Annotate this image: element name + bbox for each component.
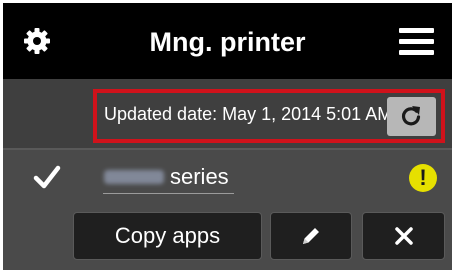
checkmark-icon[interactable] [33, 164, 61, 195]
edit-button[interactable] [270, 212, 352, 260]
copy-apps-label: Copy apps [114, 223, 221, 248]
printer-name-link[interactable]: series [104, 163, 229, 191]
header-bar: Mng. printer [3, 3, 452, 79]
refresh-icon [401, 106, 421, 126]
delete-button[interactable] [362, 212, 445, 260]
close-icon [394, 227, 413, 245]
refresh-button[interactable] [387, 97, 436, 136]
page-title: Mng. printer [149, 27, 306, 57]
model-name-redacted [104, 170, 164, 184]
app-frame: Mng. printer Updated date: May 1, 2014 5… [3, 3, 452, 270]
warning-icon[interactable]: ! [409, 164, 437, 192]
link-underline [103, 193, 234, 194]
pencil-icon [303, 228, 319, 244]
printer-series-label: series [170, 164, 229, 189]
hamburger-menu-icon[interactable] [399, 28, 434, 56]
updated-date-text: Updated date: May 1, 2014 5:01 AM [104, 104, 393, 124]
copy-apps-button[interactable]: Copy apps [73, 212, 262, 260]
